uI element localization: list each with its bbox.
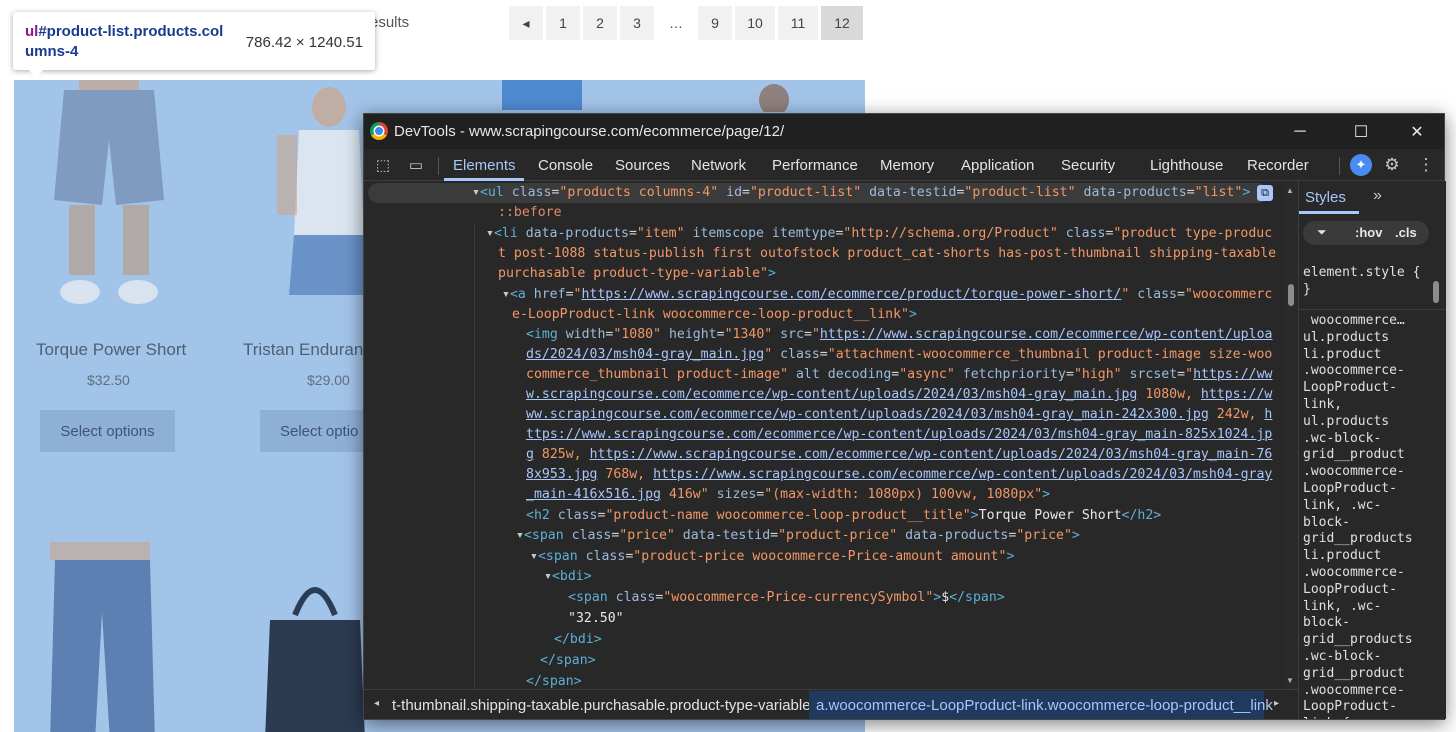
inspect-element-icon[interactable]: ⬚ — [373, 156, 393, 174]
dom-node-li[interactable]: ▾<li data-products="item" itemscope item… — [486, 224, 1272, 244]
window-title: DevTools - www.scrapingcourse.com/ecomme… — [394, 123, 785, 140]
dom-node-img[interactable]: commerce_thumbnail product-image" alt de… — [526, 365, 1272, 385]
pagination-page-9[interactable]: 9 — [698, 6, 732, 40]
dom-text-node[interactable]: "32.50" — [568, 609, 624, 629]
pagination-page-12-current[interactable]: 12 — [821, 6, 863, 40]
product-image-bag[interactable] — [260, 570, 370, 732]
filter-icon: ⏷ — [1317, 225, 1327, 239]
inspector-tooltip: ul#product-list.products.col umns-4 786.4… — [13, 12, 375, 70]
ai-assistance-icon[interactable]: ✦ — [1350, 154, 1372, 176]
tab-memory[interactable]: Memory — [880, 157, 934, 174]
minimize-icon[interactable]: ─ — [1290, 122, 1310, 142]
breadcrumb-scroll-left-icon[interactable]: ◂ — [374, 698, 379, 709]
more-options-icon[interactable]: ⋮ — [1416, 155, 1436, 174]
dom-node-h2[interactable]: <h2 class="product-name woocommerce-loop… — [526, 506, 1161, 526]
close-icon[interactable]: ✕ — [1407, 122, 1427, 142]
css-rule-selector[interactable]: woocommerce… ul.products li.product .woo… — [1303, 313, 1413, 719]
pagination-page-10[interactable]: 10 — [735, 6, 775, 40]
tooltip-dimensions: 786.42 × 1240.51 — [245, 34, 363, 51]
select-options-button[interactable]: Select optio — [260, 410, 365, 452]
dom-node-img[interactable]: 8x953.jpg 768w, https://www.scrapingcour… — [526, 465, 1272, 485]
product-price: $29.00 — [307, 372, 350, 388]
dom-node-li[interactable]: t post-1088 status-publish first outofst… — [498, 244, 1276, 264]
pagination-page-3[interactable]: 3 — [620, 6, 654, 40]
product-title[interactable]: Torque Power Short — [36, 340, 186, 360]
dom-node-img[interactable]: <img width="1080" height="1340" src="htt… — [526, 325, 1272, 345]
pagination-prev-button[interactable]: ◂ — [509, 6, 543, 40]
dom-node-img[interactable]: ttps://www.scrapingcourse.com/ecommerce/… — [526, 425, 1272, 445]
dom-node-img[interactable]: _main-416x516.jpg 416w" sizes="(max-widt… — [526, 485, 1050, 505]
indent-guide — [474, 223, 475, 689]
scroll-up-icon[interactable]: ▲ — [1286, 186, 1294, 195]
devtools-titlebar[interactable]: DevTools - www.scrapingcourse.com/ecomme… — [364, 114, 1444, 149]
chrome-logo-icon — [370, 122, 388, 140]
product-price: $32.50 — [87, 372, 130, 388]
product-title[interactable]: Tristan Enduranc — [243, 340, 372, 360]
tab-lighthouse[interactable]: Lighthouse — [1150, 157, 1223, 174]
tab-application[interactable]: Application — [961, 157, 1034, 174]
dom-node-li[interactable]: purchasable product-type-variable"> — [498, 264, 776, 284]
product-image[interactable] — [754, 82, 794, 112]
dom-node-span-currency[interactable]: <span class="woocommerce-Price-currencyS… — [568, 588, 1005, 608]
tab-console[interactable]: Console — [538, 157, 593, 174]
dom-node-img[interactable]: ds/2024/03/msh04-gray_main.jpg" class="a… — [526, 345, 1272, 365]
product-image-pants[interactable] — [40, 542, 165, 732]
toolbar-separator — [438, 157, 439, 175]
product-image-torque-power-short[interactable] — [34, 80, 184, 315]
device-toolbar-icon[interactable]: ▭ — [406, 156, 426, 174]
gear-icon[interactable]: ⚙ — [1382, 155, 1402, 174]
select-options-button[interactable]: Select options — [40, 410, 175, 452]
hov-toggle[interactable]: :hov — [1355, 225, 1382, 240]
dom-node-a[interactable]: e-LoopProduct-link woocommerce-loop-prod… — [512, 305, 917, 325]
tab-elements[interactable]: Elements — [453, 157, 516, 174]
tab-recorder[interactable]: Recorder — [1247, 157, 1309, 174]
maximize-icon[interactable]: ☐ — [1351, 122, 1371, 142]
tooltip-arrow — [28, 69, 44, 78]
dom-node-img[interactable]: g 825w, https://www.scrapingcourse.com/e… — [526, 445, 1272, 465]
tab-sources[interactable]: Sources — [615, 157, 670, 174]
styles-scrollbar-thumb[interactable] — [1433, 281, 1439, 303]
breadcrumb: ◂ t-thumbnail.shipping-taxable.purchasab… — [364, 689, 1298, 719]
styles-filter-input[interactable]: ⏷ :hov .cls — [1303, 221, 1429, 245]
tab-security[interactable]: Security — [1061, 157, 1115, 174]
dom-node-bdi[interactable]: ▾<bdi> — [544, 567, 592, 587]
tooltip-selector: ul#product-list.products.col umns-4 — [25, 23, 224, 60]
dom-node-span-price[interactable]: ▾<span class="price" data-testid="produc… — [516, 526, 1080, 546]
cls-toggle[interactable]: .cls — [1395, 225, 1417, 240]
pagination-ellipsis: … — [669, 15, 683, 31]
dom-node-close-span[interactable]: </span> — [526, 672, 582, 689]
scrollbar-thumb[interactable] — [1288, 284, 1294, 306]
dom-node-span-amount[interactable]: ▾<span class="product-price woocommerce-… — [530, 547, 1014, 567]
inline-badge-icon[interactable]: ⧉ — [1257, 185, 1273, 201]
dom-node-img[interactable]: w.scrapingcourse.com/ecommerce/wp-conten… — [526, 385, 1272, 405]
dom-node-close-bdi[interactable]: </bdi> — [554, 630, 602, 650]
active-tab-indicator — [1299, 211, 1359, 214]
dom-node-before[interactable]: ::before — [498, 203, 562, 223]
breadcrumb-item-li[interactable]: t-thumbnail.shipping-taxable.purchasable… — [392, 697, 811, 714]
dom-node-a[interactable]: ▾<a href="https://www.scrapingcourse.com… — [502, 285, 1272, 305]
elements-scrollbar[interactable]: ▲ ▼ — [1284, 184, 1298, 689]
tab-performance[interactable]: Performance — [772, 157, 858, 174]
more-tabs-icon[interactable]: » — [1373, 187, 1382, 205]
breadcrumb-scroll-right-icon[interactable]: ▸ — [1274, 698, 1279, 709]
rule-divider — [1299, 309, 1446, 310]
pagination-page-1[interactable]: 1 — [546, 6, 580, 40]
dom-node-img[interactable]: ww.scrapingcourse.com/ecommerce/wp-conte… — [526, 405, 1272, 425]
pagination-page-2[interactable]: 2 — [583, 6, 617, 40]
elements-tree[interactable]: ▾<ul class="products columns-4" id="prod… — [364, 181, 1286, 689]
toolbar-separator — [1339, 157, 1340, 175]
devtools-toolbar: ⬚ ▭ Elements Console Sources Network Per… — [364, 149, 1444, 181]
results-count: esults — [370, 14, 410, 31]
pagination-page-11[interactable]: 11 — [778, 6, 818, 40]
dom-node-ul[interactable]: ▾<ul class="products columns-4" id="prod… — [472, 183, 1250, 203]
devtools-window: DevTools - www.scrapingcourse.com/ecomme… — [363, 113, 1446, 720]
styles-panel: Styles » ⏷ :hov .cls element.style { } w… — [1298, 181, 1446, 719]
tab-styles[interactable]: Styles — [1305, 189, 1346, 206]
scroll-down-icon[interactable]: ▼ — [1286, 676, 1294, 685]
tab-network[interactable]: Network — [691, 157, 746, 174]
element-style-rule[interactable]: element.style { } — [1303, 265, 1420, 299]
pagination: ◂ 1 2 3 … 9 10 11 12 — [509, 6, 863, 40]
breadcrumb-item-a[interactable]: a.woocommerce-LoopProduct-link.woocommer… — [816, 697, 1273, 714]
dom-node-close-span[interactable]: </span> — [540, 651, 596, 671]
